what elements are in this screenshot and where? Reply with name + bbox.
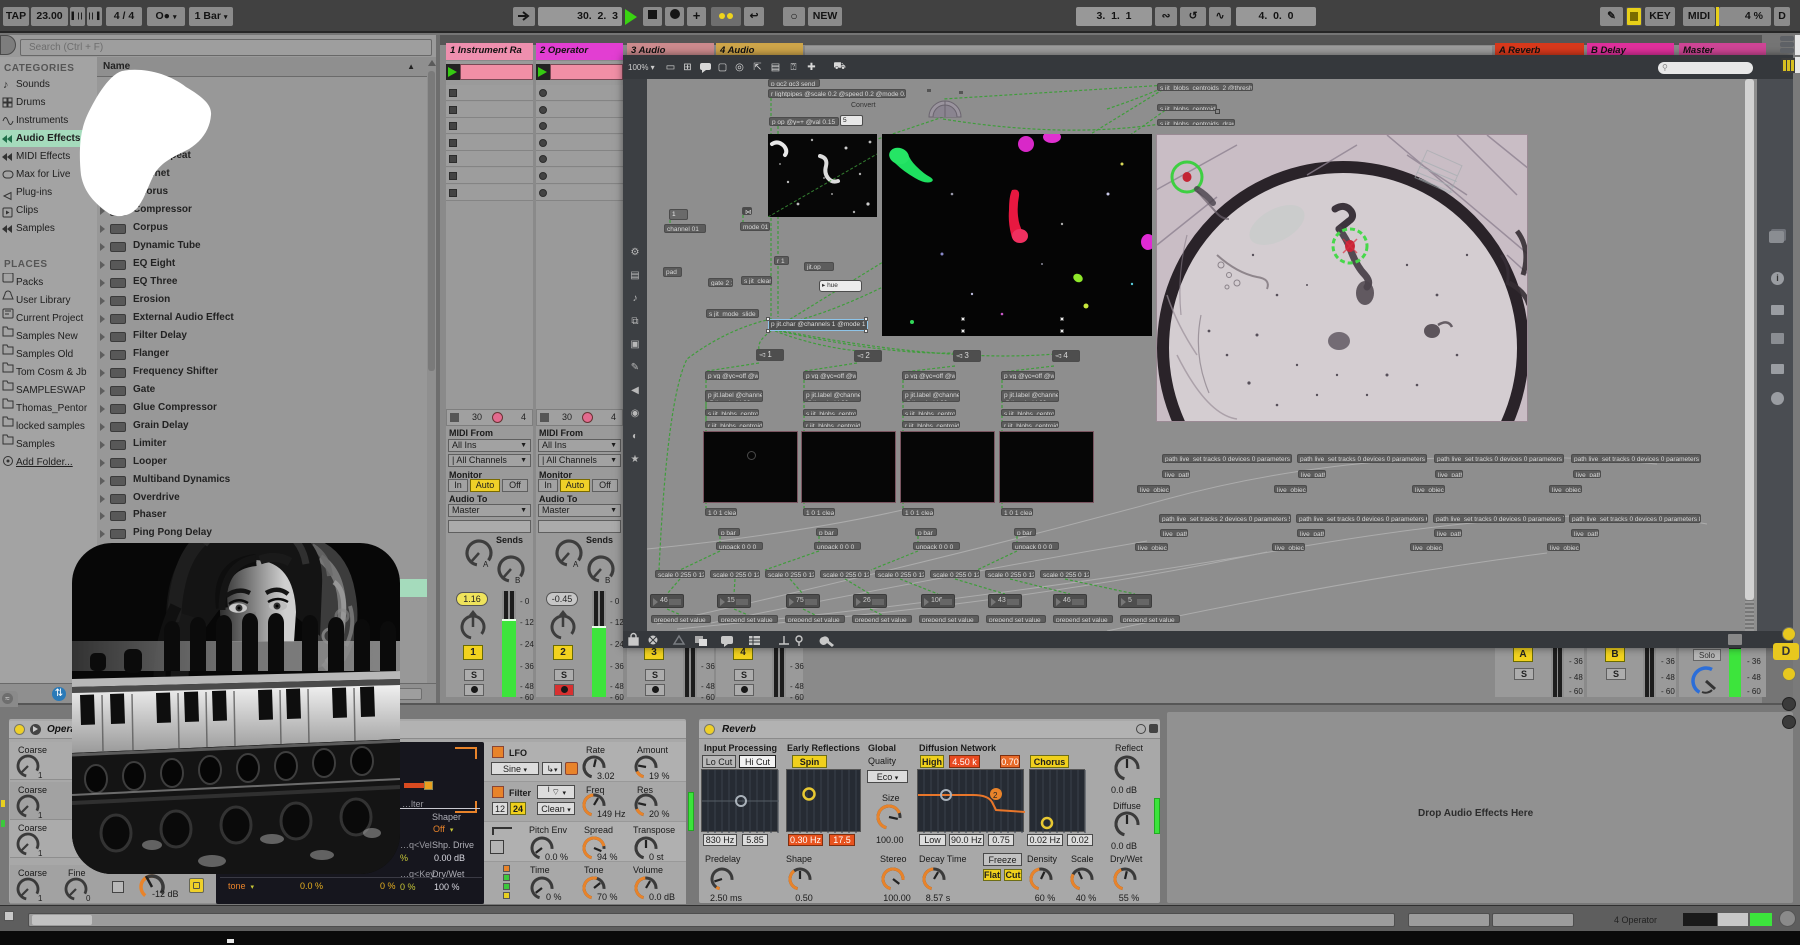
- svg-text:A: A: [483, 560, 489, 569]
- svg-text:B: B: [515, 576, 520, 585]
- svg-text:1: 1: [38, 849, 43, 858]
- svg-text:1: 1: [38, 771, 43, 780]
- svg-text:1: 1: [38, 811, 43, 820]
- svg-text:1: 1: [38, 894, 43, 903]
- svg-text:2: 2: [993, 791, 998, 800]
- svg-text:A: A: [573, 560, 579, 569]
- svg-text:♪: ♪: [3, 79, 9, 91]
- svg-text:0: 0: [86, 894, 91, 903]
- svg-text:B: B: [605, 576, 610, 585]
